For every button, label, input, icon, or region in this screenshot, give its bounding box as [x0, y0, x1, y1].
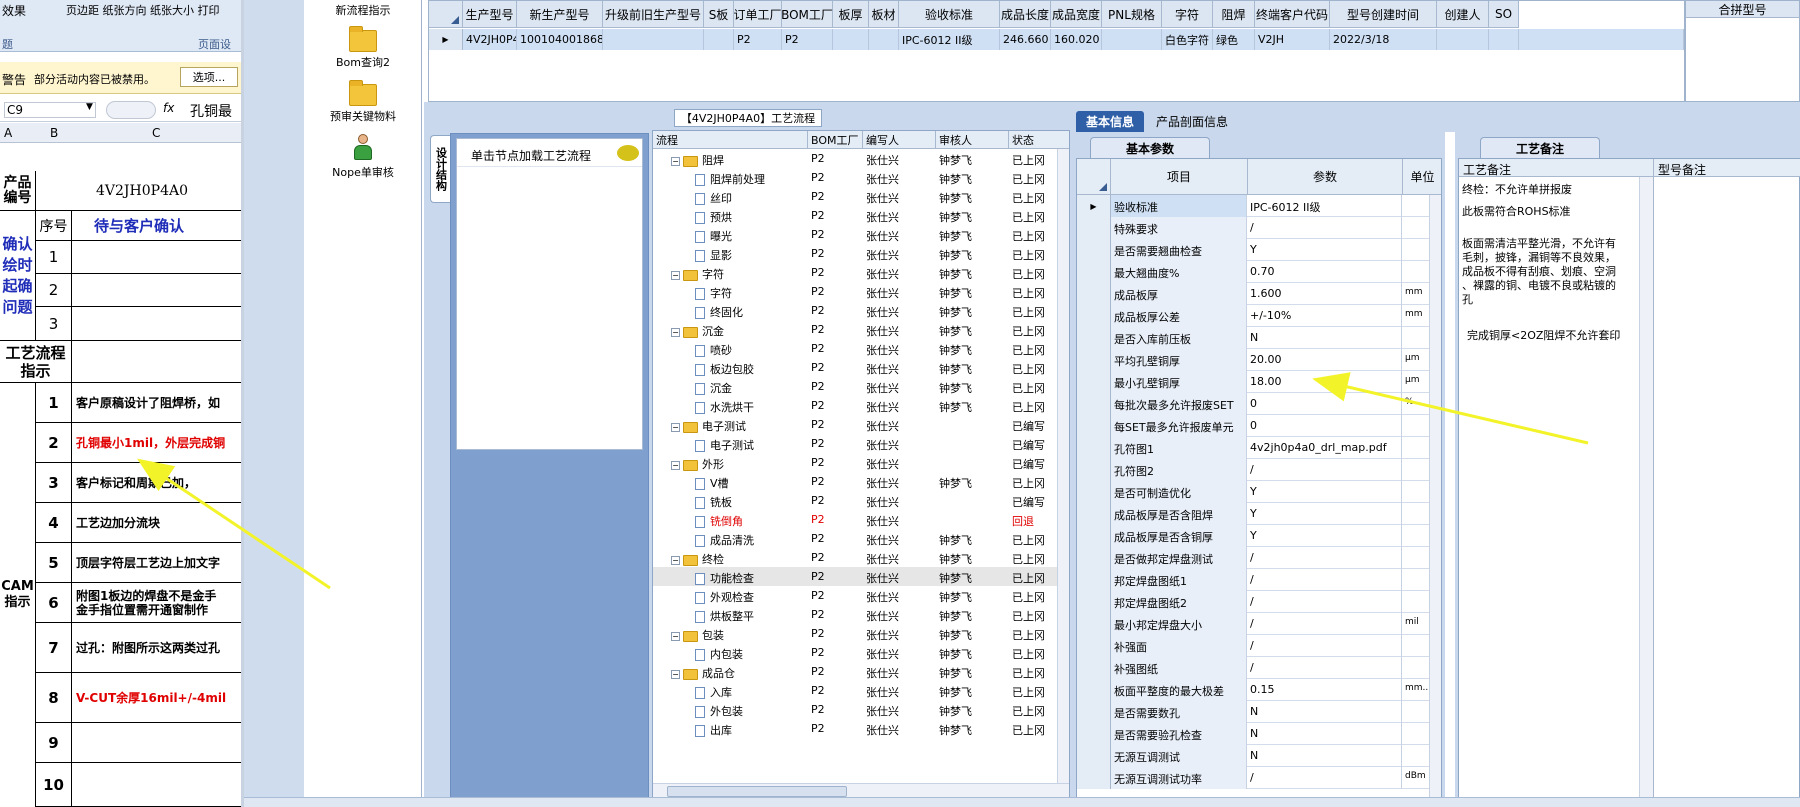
arrow-icon [137, 458, 331, 590]
annotation-arrows [137, 372, 1589, 590]
arrow-icon [1312, 372, 1589, 445]
